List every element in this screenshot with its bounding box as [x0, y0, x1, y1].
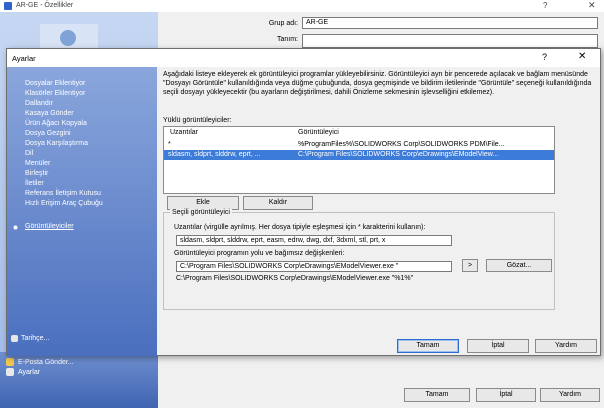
group-name-input[interactable]: AR-GE: [302, 17, 598, 29]
settings-title: Ayarlar: [12, 54, 36, 63]
properties-help-button[interactable]: Yardım: [540, 388, 600, 402]
column-header-viewer[interactable]: Görüntüleyici: [298, 129, 339, 136]
properties-ok-button[interactable]: Tamam: [404, 388, 470, 402]
intro-text: Aşağıdaki listeye ekleyerek ek görüntüle…: [163, 71, 592, 96]
remove-button[interactable]: Kaldır: [243, 196, 313, 210]
settings-label: Ayarlar: [18, 368, 41, 376]
nav-item[interactable]: Kasaya Gönder: [25, 110, 74, 117]
nav-item[interactable]: Dallandır: [25, 100, 53, 107]
list-row-selected[interactable]: sldasm, sldprt, slddrw, eprt, ... C:\Pro…: [164, 150, 554, 160]
viewer-path-label: Görüntüleyici programın yolu ve bağımsız…: [174, 250, 345, 257]
list-row[interactable]: * %ProgramFiles%\SOLIDWORKS Corp\SOLIDWO…: [164, 140, 554, 150]
viewers-page: Aşağıdaki listeye ekleyerek ek görüntüle…: [163, 67, 600, 356]
help-icon[interactable]: ?: [543, 1, 547, 10]
settings-dialog: Ayarlar ? ✕ Dosyalar Eklentiyor Klasörle…: [6, 48, 601, 356]
installed-viewers-label: Yüklü görüntüleyiciler:: [163, 117, 232, 124]
dialog-help-icon[interactable]: ?: [542, 52, 547, 62]
properties-title: AR-GE - Özellikler: [16, 2, 74, 9]
properties-titlebar: AR-GE - Özellikler ? ✕: [0, 0, 604, 12]
nav-item[interactable]: Referans İletişim Kutusu: [25, 190, 101, 197]
properties-cancel-button[interactable]: İptal: [476, 388, 536, 402]
list-cell-viewer: C:\Program Files\SOLIDWORKS Corp\eDrawin…: [298, 151, 499, 158]
nav-item[interactable]: Dosyalar Eklentiyor: [25, 80, 85, 87]
help-button[interactable]: Yardım: [535, 339, 597, 353]
nav-item[interactable]: Hızlı Erişim Araç Çubuğu: [25, 200, 103, 207]
add-button[interactable]: Ekle: [167, 196, 239, 210]
viewer-path-input[interactable]: C:\Program Files\SOLIDWORKS Corp\eDrawin…: [176, 261, 452, 272]
nav-item[interactable]: İletiler: [25, 180, 44, 187]
extensions-label: Uzantılar (virgülle ayrılmış. Her dosya …: [174, 224, 426, 231]
nav-item[interactable]: Dil: [25, 150, 33, 157]
group-name-label: Grup adı:: [268, 20, 298, 27]
dialog-close-icon[interactable]: ✕: [578, 51, 586, 62]
list-cell-extensions: sldasm, sldprt, slddrw, eprt, ...: [168, 151, 261, 158]
nav-selected-bullet-icon: [13, 225, 18, 230]
nav-item[interactable]: Klasörler Eklentiyor: [25, 90, 85, 97]
extensions-input[interactable]: sldasm, sldprt, slddrw, eprt, easm, edrw…: [176, 235, 452, 246]
nav-item[interactable]: Menüler: [25, 160, 50, 167]
close-icon[interactable]: ✕: [588, 0, 596, 11]
settings-icon: [6, 368, 14, 376]
list-cell-viewer: %ProgramFiles%\SOLIDWORKS Corp\SOLIDWORK…: [298, 141, 505, 148]
history-label: Tarihçe...: [21, 335, 50, 342]
history-link[interactable]: Tarihçe...: [11, 335, 49, 342]
nav-item[interactable]: Ürün Ağacı Kopyala: [25, 120, 87, 127]
email-icon: [6, 358, 14, 366]
nav-item-viewers[interactable]: Görüntüleyiciler: [25, 223, 74, 230]
send-email-label: E-Posta Gönder...: [18, 358, 74, 366]
nav-item[interactable]: Dosya Gezgini: [25, 130, 71, 137]
list-cell-extensions: *: [168, 141, 171, 148]
group-app-icon: [4, 2, 12, 10]
nav-item[interactable]: Birleştir: [25, 170, 48, 177]
column-header-extensions[interactable]: Uzantılar: [170, 129, 198, 136]
insert-variable-button[interactable]: >: [462, 259, 478, 272]
viewer-path-preview: C:\Program Files\SOLIDWORKS Corp\eDrawin…: [176, 275, 414, 282]
settings-nav: Dosyalar Eklentiyor Klasörler Eklentiyor…: [7, 67, 157, 356]
selected-viewer-title: Seçili görüntüleyici: [170, 209, 232, 216]
properties-left-footer: E-Posta Gönder... Ayarlar: [0, 352, 158, 408]
browse-button[interactable]: Gözat...: [486, 259, 552, 272]
settings-item[interactable]: Ayarlar: [6, 368, 40, 376]
installed-viewers-list[interactable]: Uzantılar Görüntüleyici * %ProgramFiles%…: [163, 126, 555, 194]
settings-titlebar: Ayarlar ? ✕: [7, 49, 600, 67]
send-email-item[interactable]: E-Posta Gönder...: [6, 358, 74, 366]
ok-button[interactable]: Tamam: [397, 339, 459, 353]
avatar-head-icon: [60, 30, 76, 46]
cancel-button[interactable]: İptal: [467, 339, 529, 353]
history-icon: [11, 335, 18, 342]
nav-item[interactable]: Dosya Karşılaştırma: [25, 140, 88, 147]
selected-viewer-group: Seçili görüntüleyici Uzantılar (virgülle…: [163, 209, 555, 310]
description-label: Tanım:: [276, 36, 298, 43]
description-input[interactable]: [302, 34, 598, 48]
